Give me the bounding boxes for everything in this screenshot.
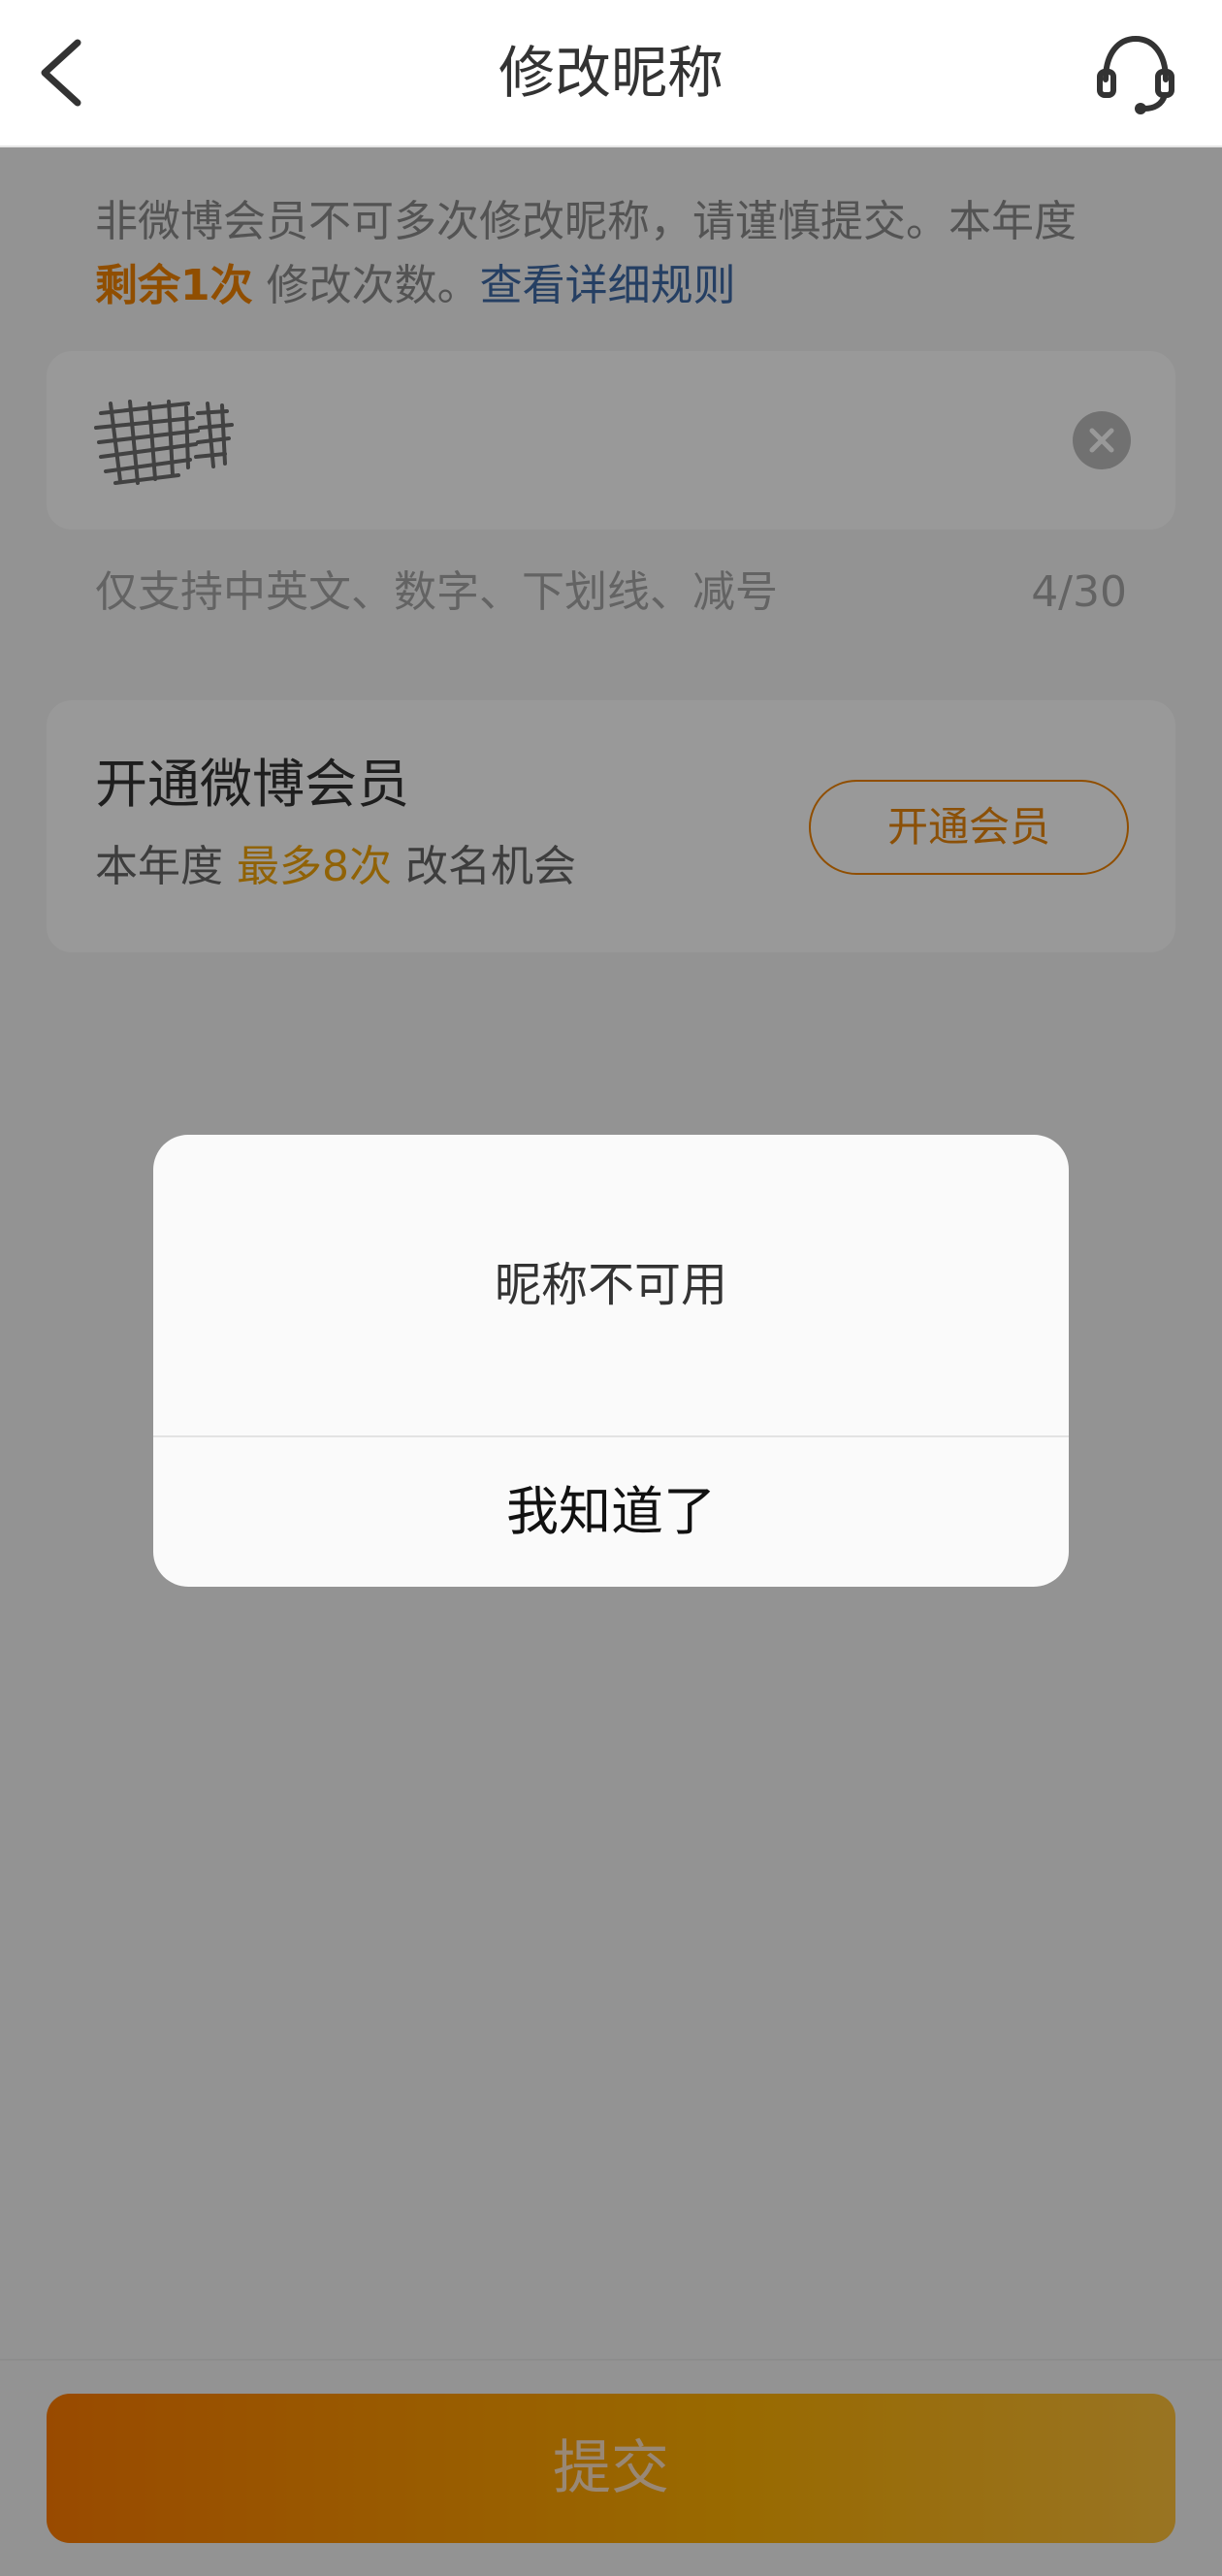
customer-service-button[interactable]: [1092, 29, 1179, 116]
dialog-confirm-button[interactable]: 我知道了: [153, 1437, 1069, 1587]
dialog-message: 昵称不可用: [494, 1258, 727, 1312]
nickname-unavailable-dialog: 昵称不可用 我知道了: [153, 1135, 1069, 1587]
page-title: 修改昵称: [498, 40, 724, 106]
top-nav-bar: 修改昵称: [0, 0, 1222, 147]
headset-icon: [1097, 35, 1174, 114]
